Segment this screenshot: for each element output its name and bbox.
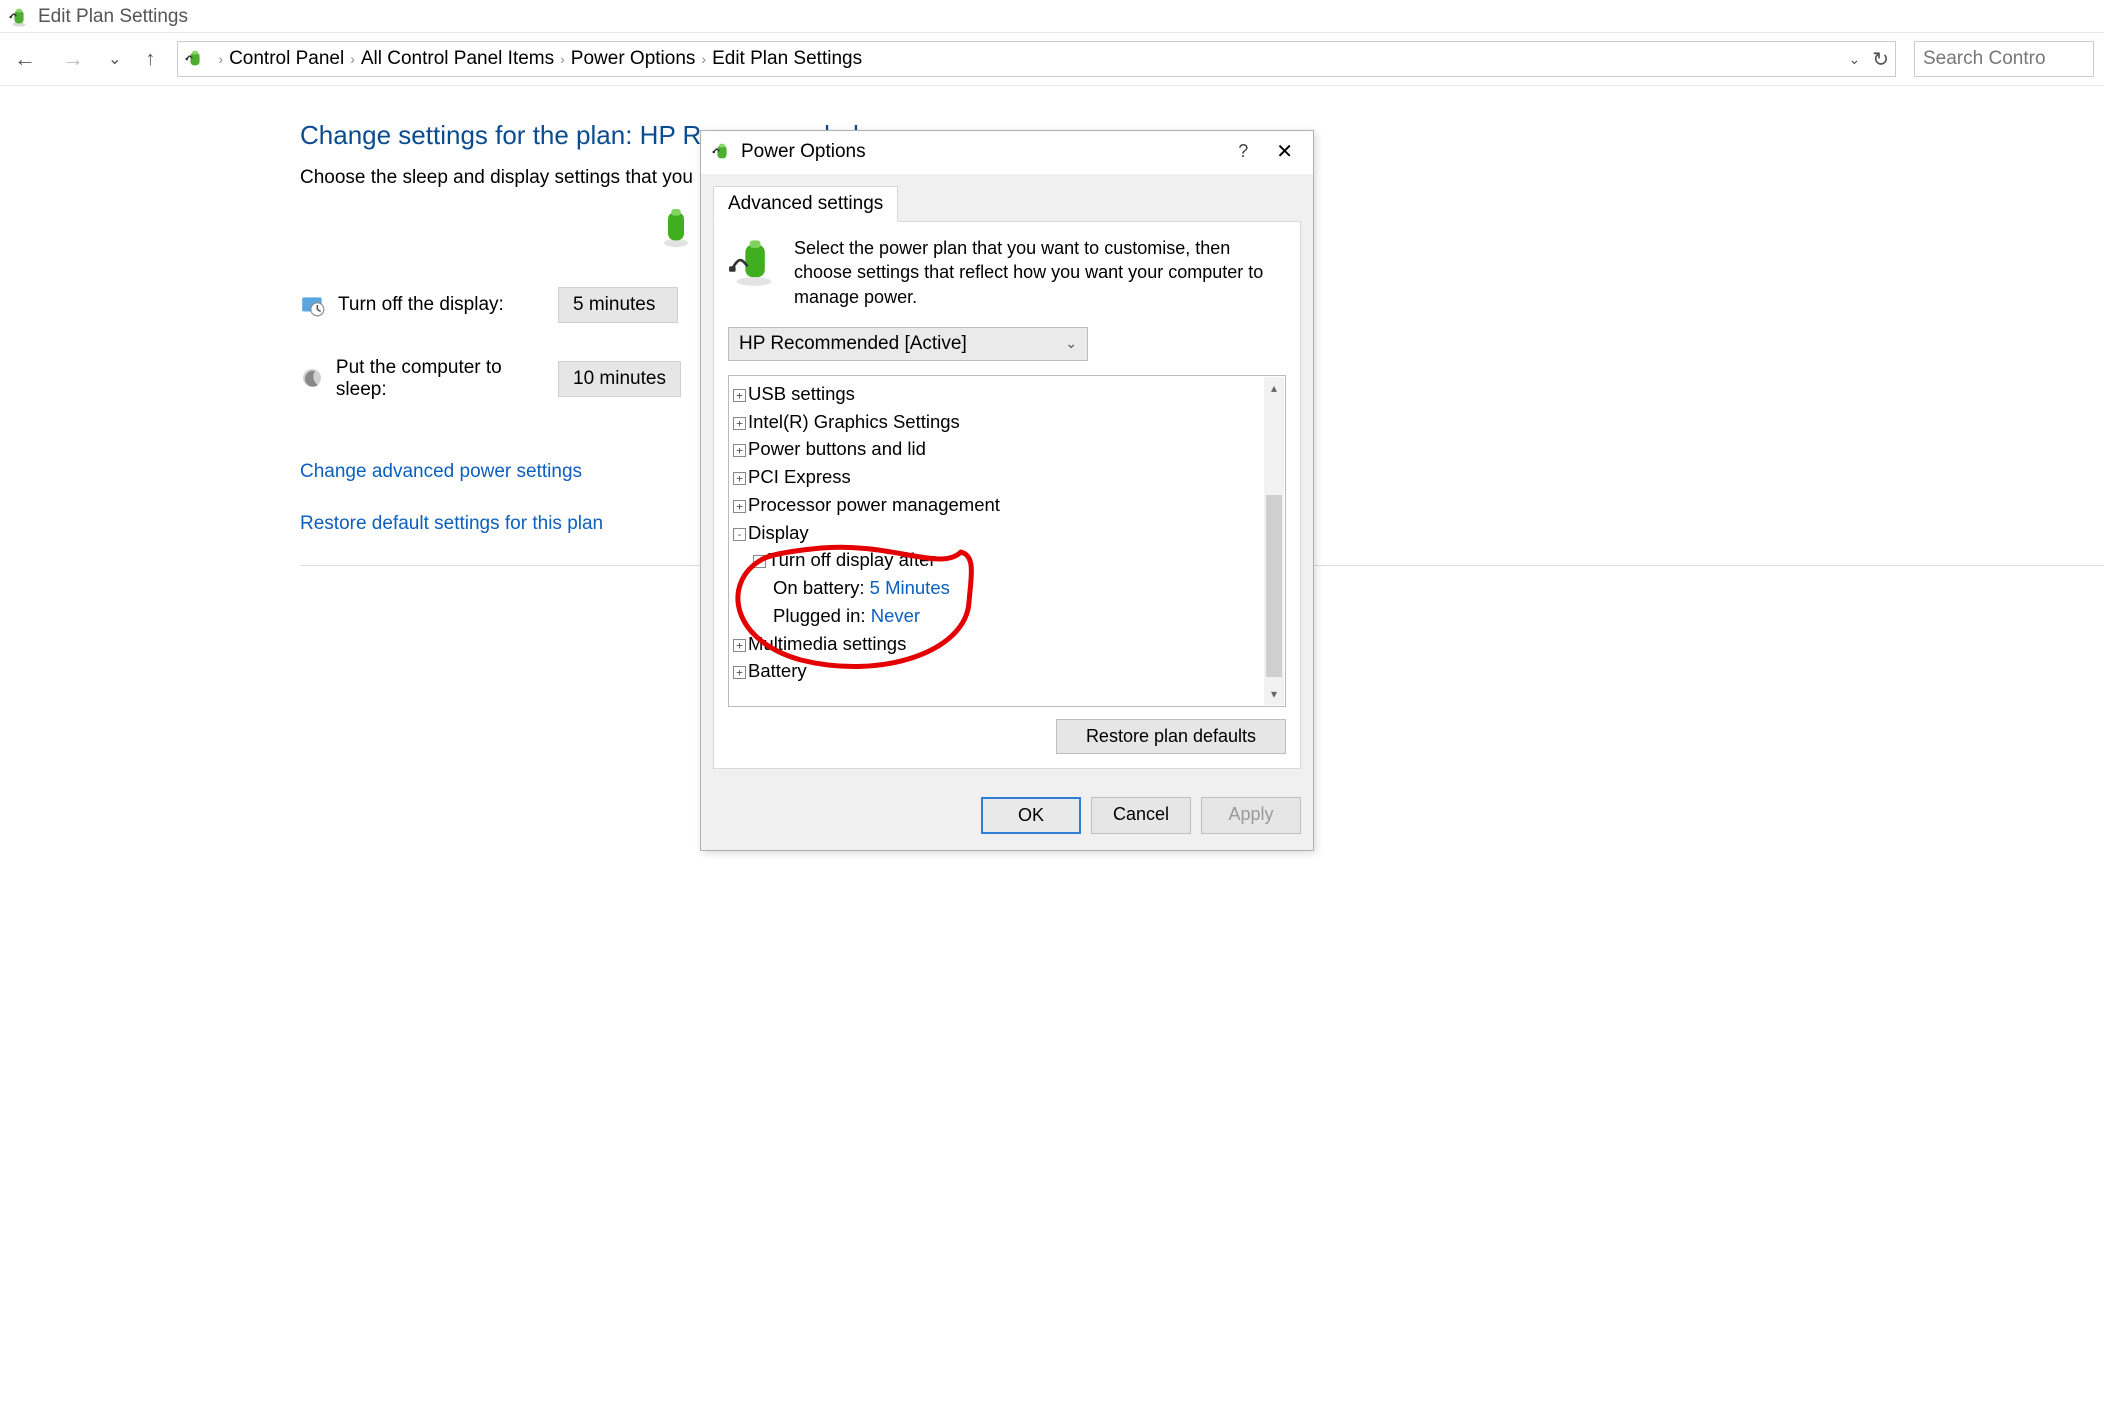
expand-icon[interactable]: + [733,472,746,485]
link-advanced-settings[interactable]: Change advanced power settings [300,461,582,483]
tree-node-multimedia[interactable]: +Multimedia settings [733,630,1279,658]
tree-node-turn-off-display[interactable]: -Turn off display after [733,546,1279,574]
breadcrumb-item[interactable]: Edit Plan Settings [712,48,862,70]
breadcrumb-item[interactable]: All Control Panel Items [361,48,554,70]
display-timeout-select[interactable]: 5 minutes [558,287,678,323]
value-on-battery[interactable]: 5 Minutes [870,577,950,598]
apply-button[interactable]: Apply [1201,797,1301,834]
chevron-right-icon: › [218,51,223,67]
tree-node-pci-express[interactable]: +PCI Express [733,463,1279,491]
setting-label-text: Put the computer to sleep: [336,357,540,401]
scroll-down-icon[interactable]: ▾ [1264,683,1284,705]
address-dropdown-icon[interactable]: ⌄ [1849,51,1861,68]
search-placeholder: Search Contro [1923,48,2046,70]
power-options-dialog: Power Options ? ✕ Advanced settings Sele… [700,130,1314,851]
nav-back-button[interactable]: ← [10,48,40,70]
dialog-title-bar[interactable]: Power Options ? ✕ [701,131,1313,174]
expand-icon[interactable]: + [733,444,746,457]
ok-button[interactable]: OK [981,797,1081,834]
chevron-right-icon: › [350,51,355,67]
scroll-track[interactable] [1264,399,1284,683]
scroll-up-icon[interactable]: ▴ [1264,377,1284,399]
tab-advanced-settings[interactable]: Advanced settings [713,186,898,222]
breadcrumb-item[interactable]: Power Options [571,48,696,70]
nav-up-button[interactable]: ↑ [141,49,159,69]
battery-plug-icon [8,6,30,28]
power-plan-select[interactable]: HP Recommended [Active] ⌄ [728,327,1088,361]
moon-icon [300,366,324,392]
tree-leaf-on-battery[interactable]: On battery: 5 Minutes [733,574,1279,602]
address-bar[interactable]: › Control Panel › All Control Panel Item… [177,41,1896,77]
search-input[interactable]: Search Contro [1914,41,2094,77]
power-plan-selected: HP Recommended [Active] [739,333,967,355]
expand-icon[interactable]: + [733,639,746,652]
tree-scrollbar[interactable]: ▴ ▾ [1264,377,1284,705]
expand-icon[interactable]: + [733,417,746,430]
collapse-icon[interactable]: - [733,528,746,541]
dialog-intro-text: Select the power plan that you want to c… [794,236,1286,309]
dialog-title: Power Options [741,141,1220,163]
battery-plug-icon [184,48,206,70]
link-restore-defaults[interactable]: Restore default settings for this plan [300,513,603,535]
restore-plan-defaults-button[interactable]: Restore plan defaults [1056,719,1286,754]
chevron-right-icon: › [560,51,565,67]
nav-toolbar: ← → ⌄ ↑ › Control Panel › All Control Pa… [0,32,2104,86]
sleep-timeout-select[interactable]: 10 minutes [558,361,681,397]
close-button[interactable]: ✕ [1266,139,1303,164]
settings-tree-container: +USB settings +Intel(R) Graphics Setting… [728,375,1286,707]
nav-recent-dropdown[interactable]: ⌄ [106,49,123,69]
tree-node-display[interactable]: -Display [733,519,1279,547]
tree-leaf-plugged-in[interactable]: Plugged in: Never [733,602,1279,630]
tree-node-power-buttons[interactable]: +Power buttons and lid [733,435,1279,463]
battery-large-icon [660,207,692,247]
collapse-icon[interactable]: - [753,555,766,568]
tree-node-intel-graphics[interactable]: +Intel(R) Graphics Settings [733,408,1279,436]
tree-node-processor[interactable]: +Processor power management [733,491,1279,519]
chevron-down-icon: ⌄ [1065,335,1077,352]
battery-plug-icon [711,141,733,163]
settings-tree[interactable]: +USB settings +Intel(R) Graphics Setting… [729,376,1285,689]
value-plugged-in[interactable]: Never [871,605,920,626]
scroll-thumb[interactable] [1266,495,1282,677]
window-title: Edit Plan Settings [38,6,188,28]
breadcrumb-item[interactable]: Control Panel [229,48,344,70]
window-title-bar: Edit Plan Settings [0,0,2104,32]
expand-icon[interactable]: + [733,500,746,513]
monitor-clock-icon [300,292,326,318]
chevron-right-icon: › [701,51,706,67]
refresh-icon[interactable]: ↻ [1872,47,1889,72]
tree-node-battery[interactable]: +Battery [733,657,1279,685]
expand-icon[interactable]: + [733,389,746,402]
expand-icon[interactable]: + [733,666,746,679]
setting-label-text: Turn off the display: [338,294,504,316]
battery-plug-large-icon [728,236,780,288]
tree-node-usb[interactable]: +USB settings [733,380,1279,408]
cancel-button[interactable]: Cancel [1091,797,1191,834]
nav-forward-button[interactable]: → [58,48,88,70]
help-button[interactable]: ? [1220,141,1266,162]
